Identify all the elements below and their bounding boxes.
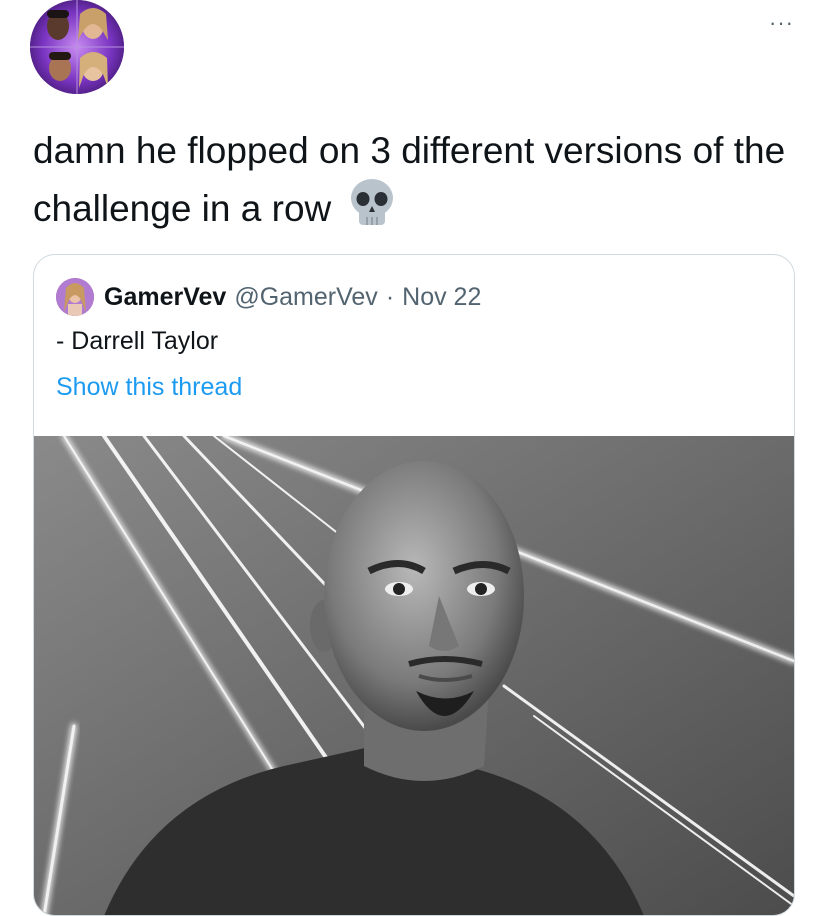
tweet-body: damn he flopped on 3 different versions … xyxy=(33,130,786,229)
quoted-tweet-card[interactable]: GamerVev @GamerVev · Nov 22 - Darrell Ta… xyxy=(33,254,795,916)
quoted-author-avatar[interactable] xyxy=(56,278,94,316)
separator-dot: · xyxy=(385,282,395,311)
avatar-collage-image xyxy=(30,0,124,94)
quoted-date[interactable]: Nov 22 xyxy=(402,283,481,312)
portrait-photo xyxy=(34,436,794,915)
show-thread-link[interactable]: Show this thread xyxy=(56,373,242,402)
author-avatar[interactable] xyxy=(30,0,124,94)
quoted-tweet-header: GamerVev @GamerVev · Nov 22 xyxy=(56,277,481,317)
quoted-tweet-photo[interactable] xyxy=(34,436,794,915)
more-options-icon[interactable]: ··· xyxy=(769,12,794,34)
quoted-handle[interactable]: @GamerVev xyxy=(234,283,377,312)
quoted-display-name[interactable]: GamerVev xyxy=(104,283,226,312)
skull-icon xyxy=(348,177,396,243)
tweet-text: damn he flopped on 3 different versions … xyxy=(33,124,793,243)
quoted-tweet-text: - Darrell Taylor xyxy=(56,327,219,355)
